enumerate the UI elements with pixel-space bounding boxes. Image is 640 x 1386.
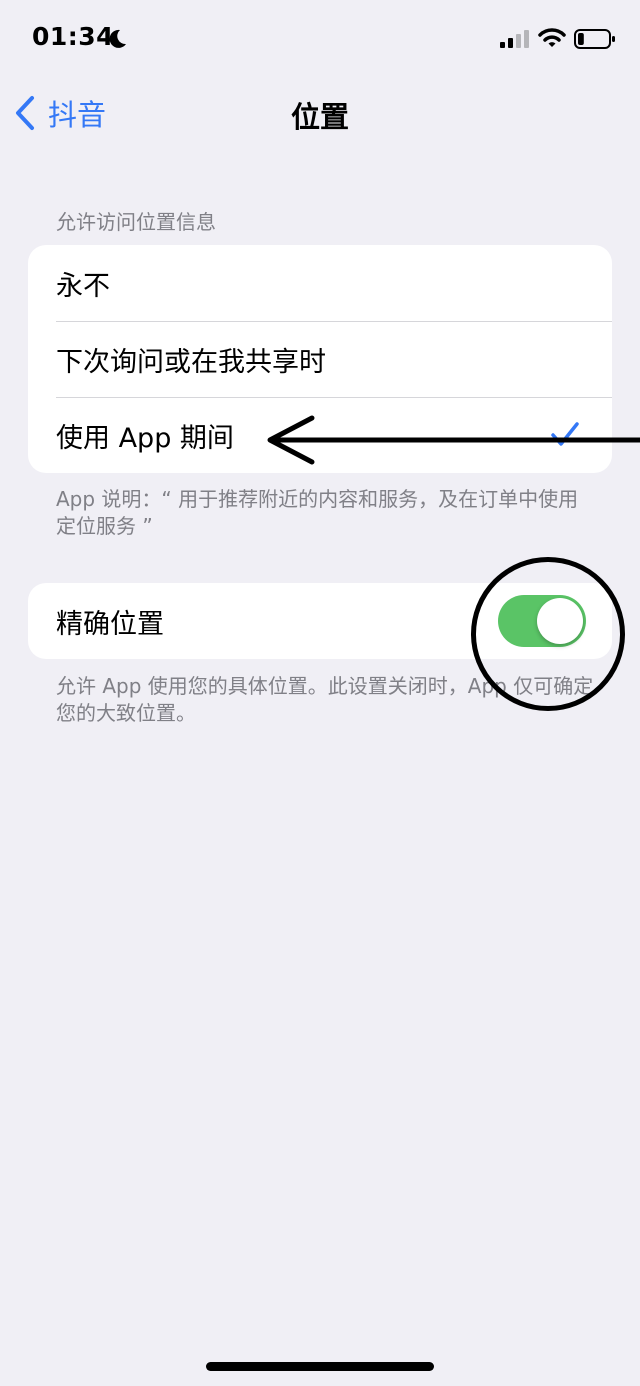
- option-label: 使用 App 期间: [56, 422, 234, 454]
- precise-location-label: 精确位置: [56, 608, 164, 640]
- status-time: 01:34: [32, 22, 115, 51]
- home-indicator[interactable]: [206, 1362, 434, 1371]
- option-label: 永不: [56, 270, 110, 302]
- cellular-signal-icon: [500, 30, 529, 48]
- option-label: 下次询问或在我共享时: [56, 346, 326, 378]
- annotation-circle: [471, 557, 625, 711]
- battery-icon: [574, 29, 615, 49]
- moon-icon: [109, 29, 126, 48]
- section-header-location-access: 允许访问位置信息: [56, 210, 216, 234]
- page-title: 位置: [290, 100, 349, 134]
- wifi-icon: [538, 28, 566, 47]
- option-never[interactable]: 永不: [28, 245, 612, 321]
- app-explanation: App 说明：“ 用于推荐附近的内容和服务，及在订单中使用定位服务 ”: [56, 487, 579, 538]
- annotation-arrow: [267, 415, 640, 465]
- location-settings-screen: 01:34 抖音 位置 允许访问位置信息 永不 下次询问或在我共享时 使用 Ap…: [0, 0, 640, 1386]
- option-ask-next-time[interactable]: 下次询问或在我共享时: [28, 321, 612, 397]
